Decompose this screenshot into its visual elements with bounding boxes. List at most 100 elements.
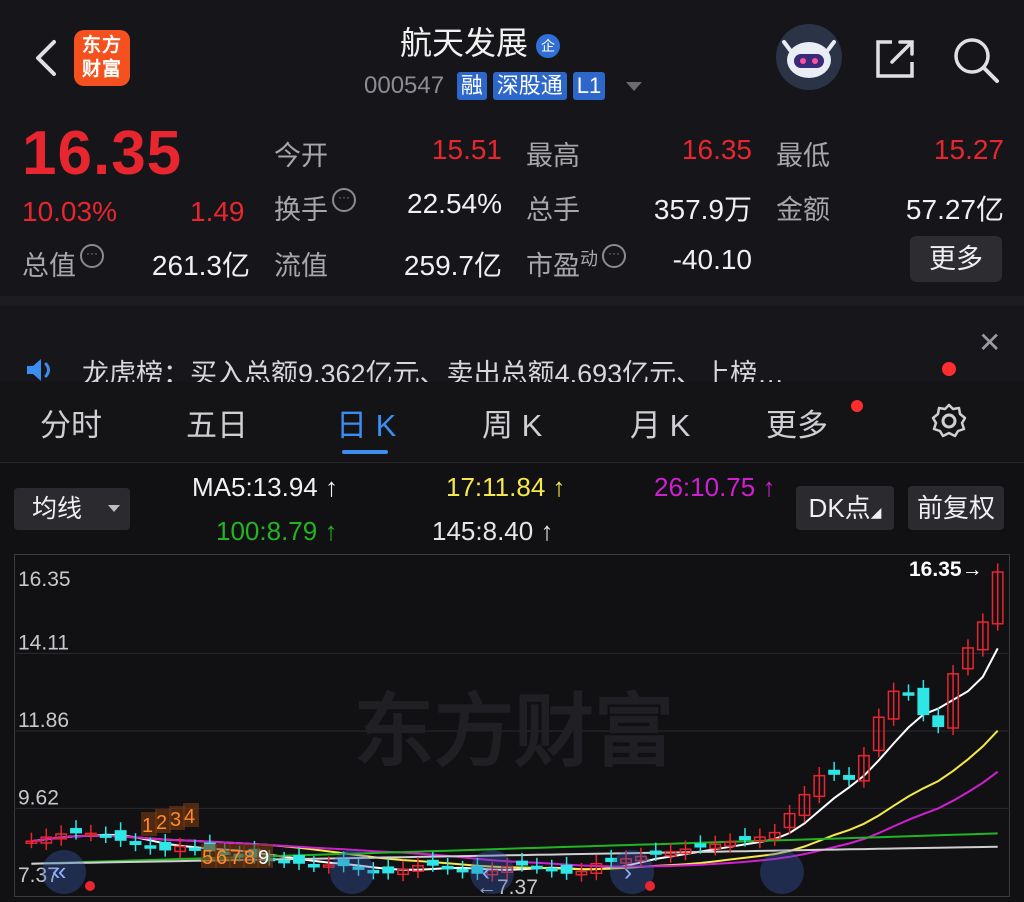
more-button[interactable]: 更多	[910, 236, 1002, 282]
volume-value: 357.9万	[653, 194, 752, 225]
candle-body	[278, 859, 291, 864]
candle-body	[456, 868, 469, 873]
high-label: 最高	[526, 141, 580, 171]
turnover-label-text: 换手	[274, 195, 328, 225]
ma145-readout: 145:8.40 ↑	[432, 516, 554, 546]
tab-weekly-k[interactable]: 周 K	[482, 400, 542, 445]
tab-daily-k[interactable]: 日 K	[336, 400, 396, 445]
turnover-label[interactable]: 换手 ···	[274, 188, 356, 227]
more-info-icon[interactable]: ···	[332, 188, 356, 212]
reset-view-icon[interactable]	[760, 850, 804, 894]
float-value: 259.7亿	[403, 250, 502, 281]
logo-line1: 东方	[81, 35, 122, 56]
kline-svg[interactable]: 东方财富 16.3514.1111.869.627.37 1 2 3 45 6 7 8 9 1…	[14, 554, 1010, 899]
total-value-label-text: 总值	[22, 251, 76, 281]
y-tick-label: 16.35	[18, 568, 71, 591]
double-chevron-left-icon[interactable]: «	[52, 856, 66, 886]
candle-body	[441, 865, 454, 870]
new-badge-dot	[851, 400, 863, 412]
enterprise-badge: 企	[536, 33, 560, 58]
stock-name: 航天发展	[399, 25, 528, 61]
ma145-text: 145:8.40	[432, 516, 534, 546]
candle-body	[902, 692, 915, 696]
gear-icon[interactable]	[930, 402, 968, 440]
sequence-label: 6	[216, 847, 227, 869]
search-icon[interactable]	[950, 34, 1002, 86]
chevron-left-icon[interactable]: ‹	[482, 859, 490, 886]
float-value-label: 流值	[274, 251, 328, 281]
sequence-label: 8	[244, 847, 255, 869]
candle-body	[545, 867, 558, 872]
close-icon[interactable]: ✕	[978, 326, 1001, 359]
turnover-value: 22.54%	[407, 188, 502, 219]
ma5-readout: MA5:13.94 ↑	[192, 472, 338, 502]
ma-select[interactable]: 均线	[14, 488, 130, 530]
candle-body	[114, 830, 127, 841]
amount-value: 57.27亿	[905, 194, 1004, 225]
total-value: 261.3亿	[151, 250, 250, 281]
candle-body	[694, 843, 707, 848]
speaker-icon	[24, 356, 58, 384]
y-tick-label: 11.86	[18, 709, 69, 732]
chevron-down-icon[interactable]	[625, 82, 642, 92]
ma26-readout: 26:10.75 ↑	[654, 472, 776, 502]
candle-body	[843, 775, 855, 780]
candle-body	[99, 834, 112, 838]
ma100-readout: 100:8.79 ↑	[216, 516, 338, 546]
chevron-right-icon[interactable]: ›	[624, 859, 632, 886]
candle-body	[917, 687, 930, 716]
more-info-icon[interactable]: ···	[80, 244, 104, 268]
change-amount: 1.49	[190, 196, 245, 227]
tab-more[interactable]: 更多	[766, 400, 828, 445]
dk-label: DK点	[808, 493, 871, 523]
candle-body	[293, 855, 305, 864]
sequence-label: 3	[170, 809, 181, 831]
sequence-label: 1	[142, 815, 153, 837]
forward-adjust-button[interactable]: 前复权	[908, 486, 1004, 530]
kline-chart[interactable]: 东方财富 16.35 14.11 11.86 9.62 7.37 123456789 1…	[14, 554, 1010, 899]
candle-body	[382, 866, 395, 874]
candle-body	[70, 828, 82, 834]
tag-margin: 融	[456, 72, 487, 100]
tabs-divider	[0, 462, 1024, 463]
candle-body	[426, 859, 439, 866]
share-icon[interactable]	[870, 34, 920, 84]
scroll-left-icon[interactable]	[470, 850, 514, 894]
candle-body	[159, 841, 172, 851]
pe-label[interactable]: 市盈动 ···	[526, 244, 626, 283]
y-tick-label: 14.11	[18, 631, 69, 654]
dk-point-button[interactable]: DK点◢	[796, 486, 894, 530]
candle-body	[560, 864, 573, 874]
pe-label-text: 市盈	[526, 251, 580, 281]
dropdown-triangle-icon	[108, 505, 120, 512]
ma100-text: 100:8.79	[216, 516, 318, 546]
total-value-label[interactable]: 总值 ···	[22, 244, 104, 283]
sequence-label: 2	[156, 812, 167, 834]
change-percent: 10.03%	[22, 196, 117, 227]
unread-dot	[942, 362, 956, 376]
sequence-label: 7	[230, 847, 241, 869]
zoom-out-icon[interactable]	[330, 850, 374, 894]
stock-code-row[interactable]: 000547 融深股通 L1	[364, 72, 642, 100]
volume-label: 总手	[526, 195, 580, 225]
open-label: 今开	[274, 141, 328, 171]
news-divider	[0, 296, 1024, 306]
more-info-icon[interactable]: ···	[602, 244, 626, 268]
last-price: 16.35	[22, 119, 183, 188]
logo-line2: 财富	[81, 59, 122, 80]
assistant-robot-icon[interactable]	[776, 24, 842, 90]
ma5-text: MA5:13.94	[192, 472, 318, 502]
back-arrow-icon[interactable]	[30, 38, 64, 78]
ma-select-label: 均线	[32, 495, 83, 523]
low-value: 15.27	[933, 134, 1004, 165]
candle-body	[649, 850, 662, 855]
app-logo: 东方 财富	[74, 30, 130, 86]
tab-intraday[interactable]: 分时	[40, 400, 102, 445]
sequence-label: 9	[258, 847, 269, 869]
tab-monthly-k[interactable]: 月 K	[630, 400, 690, 445]
tag-connect: 深股通	[492, 72, 567, 100]
tab-five-day[interactable]: 五日	[186, 400, 248, 445]
candle-body	[129, 841, 142, 846]
last-price-marker: 16.35→	[909, 558, 983, 581]
candle-body	[530, 865, 543, 870]
